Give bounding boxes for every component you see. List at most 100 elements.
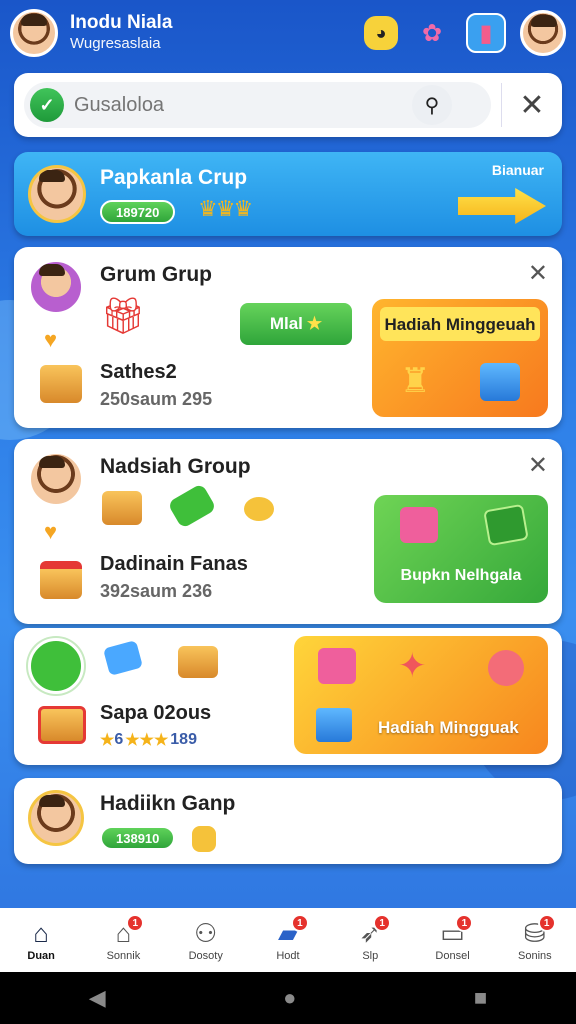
close-icon[interactable]: ✕ <box>512 85 552 125</box>
top-bar: Inodu Niala Wugresaslaia ◕ ✿ ▮ <box>0 0 576 66</box>
nav-label: Duan <box>27 950 55 962</box>
top-icons: ◕ ✿ ▮ <box>364 10 566 56</box>
star-icon: ★ <box>100 732 115 749</box>
prize-title: Hadiah Mingguak <box>378 718 519 737</box>
close-icon[interactable]: ✕ <box>528 259 548 288</box>
user-subtitle: Wugresaslaia <box>70 35 161 52</box>
app-logo-icon: ✓ <box>30 88 64 122</box>
item-label: Dadinain Fanas <box>100 553 248 575</box>
chest-icon <box>178 646 218 678</box>
group-card[interactable]: Grum Grup ✕ ♥ 🎁︎ Mlal ★ Sathes2 250saum … <box>14 247 562 428</box>
card-icon <box>483 503 529 547</box>
group-avatar <box>28 451 84 507</box>
group-card[interactable]: Hadiikn Ganp 138910 <box>14 778 562 864</box>
featured-group-banner[interactable]: Papkanla Crup 189720 ♛♛♛ Bianuar <box>14 152 562 236</box>
item-label: Sapa 02ous <box>100 702 212 724</box>
notification-badge: 1 <box>373 914 392 932</box>
nav-item[interactable]: ▭ 1 Donsel <box>411 908 493 972</box>
user-info: Inodu Niala Wugresaslaia <box>70 12 172 54</box>
gift-box-icon: 🎁︎ <box>100 295 146 336</box>
heart-icon[interactable]: ♥ <box>44 327 57 353</box>
gift-box-icon <box>400 507 438 543</box>
nav-item[interactable]: ▰ 1 Hodt <box>247 908 329 972</box>
close-icon[interactable]: ✕ <box>528 451 548 480</box>
banner-side-label: Bianuar <box>491 162 544 178</box>
weekly-prize-card[interactable]: ✦ Hadiah Mingguak <box>294 636 548 754</box>
group-avatar <box>28 259 84 315</box>
rating-count: 6 <box>114 731 124 748</box>
group-card[interactable]: Nadsiah Group ✕ ♥ Dadinain Fanas 392saum… <box>14 439 562 624</box>
nav-label: Donsel <box>435 950 470 962</box>
coin-icon <box>244 497 274 521</box>
nav-item[interactable]: ⛁ 1 Sonins <box>494 908 576 972</box>
user-avatar[interactable] <box>10 9 58 57</box>
system-navigation-bar: ◀ ● ■ <box>0 972 576 1024</box>
badge-label: Mlal <box>269 314 303 333</box>
nav-label: Sonins <box>518 950 552 962</box>
points-pill: 189720 <box>100 200 176 224</box>
recents-icon[interactable]: ■ <box>474 985 487 1011</box>
coins-icon: ♛♛♛ <box>198 196 253 221</box>
notification-badge: 1 <box>537 914 556 932</box>
item-stats: 250saum 295 <box>100 389 213 409</box>
group-card[interactable]: Sapa 02ous ★ 6 ★★★ 189 ✦ Hadiah Mingguak <box>14 628 562 765</box>
star-icon: ★ <box>306 314 323 333</box>
group-name: Hadiikn Ganp <box>100 792 236 815</box>
nav-item[interactable]: ➶ 1 Slp <box>329 908 411 972</box>
nav-label: Slp <box>362 950 379 962</box>
heart-icon[interactable]: ♥ <box>44 519 57 545</box>
notification-badge: 1 <box>290 914 309 932</box>
weekly-prize-card[interactable]: Hadiah Minggeuah ♜ <box>372 299 548 417</box>
home-icon: ⌂ <box>33 918 49 948</box>
member-badge[interactable]: Mlal ★ <box>240 303 352 345</box>
gift-icon[interactable]: ✿ <box>412 13 452 53</box>
group-name: Nadsiah Group <box>100 455 251 478</box>
profile-avatar[interactable] <box>520 10 566 56</box>
notification-badge: 1 <box>126 914 145 932</box>
cube-icon <box>316 708 352 742</box>
person-icon: ⚇ <box>194 918 218 948</box>
dice-icon <box>102 640 144 676</box>
magnifier-icon[interactable]: ⚲ <box>412 85 452 125</box>
nav-label: Hodt <box>276 950 300 962</box>
rating-row: ★ 6 ★★★ 189 <box>100 730 197 750</box>
arrow-right-icon[interactable] <box>458 188 546 224</box>
game-controller-icon[interactable]: ◕ <box>364 16 398 50</box>
ticket-icon <box>167 483 217 529</box>
nav-label: Sonnik <box>106 950 141 962</box>
notification-badge: 1 <box>455 914 474 932</box>
cookie-icon <box>488 650 524 686</box>
gift-box-icon <box>318 648 356 684</box>
divider <box>501 83 502 127</box>
item-label: Sathes2 <box>100 361 177 383</box>
search-input[interactable] <box>74 93 404 117</box>
group-name: Grum Grup <box>100 263 213 286</box>
weekly-prize-card[interactable]: Bupkn Nelhgala <box>374 495 548 603</box>
search-field[interactable]: ✓ ⚲ <box>24 82 491 128</box>
trophy-icon: ♜ <box>400 362 431 400</box>
back-icon[interactable]: ◀ <box>89 985 106 1011</box>
cube-icon <box>480 363 520 401</box>
group-avatar <box>28 790 84 846</box>
coin-icon <box>192 826 216 852</box>
shop-icon[interactable]: ▮ <box>466 13 506 53</box>
bottom-navigation: ⌂ Duan ⌂ 1 Sonnik ⚇ Dosoty ▰ 1 Hodt ➶ 1 … <box>0 908 576 972</box>
banner-title: Papkanla Crup <box>100 166 248 189</box>
home-button-icon[interactable]: ● <box>283 985 296 1011</box>
user-name: Inodu Niala <box>70 12 173 33</box>
prize-title: Hadiah Minggeuah <box>384 315 536 334</box>
points-pill: 138910 <box>100 826 176 850</box>
group-avatar <box>28 165 86 223</box>
nav-item[interactable]: ⚇ Dosoty <box>165 908 247 972</box>
nav-item[interactable]: ⌂ Duan <box>0 908 82 972</box>
search-bar: ✓ ⚲ ✕ <box>14 73 562 137</box>
gift-box-icon <box>40 561 82 599</box>
nav-label: Dosoty <box>188 950 223 962</box>
group-icon <box>28 638 84 694</box>
prize-title: Bupkn Nelhgala <box>400 567 522 584</box>
nav-item[interactable]: ⌂ 1 Sonnik <box>82 908 164 972</box>
rating-total: 189 <box>170 731 197 748</box>
item-stats: 392saum 236 <box>100 581 213 601</box>
star-row-icon: ★★★ <box>125 732 169 749</box>
chest-icon <box>102 491 142 525</box>
